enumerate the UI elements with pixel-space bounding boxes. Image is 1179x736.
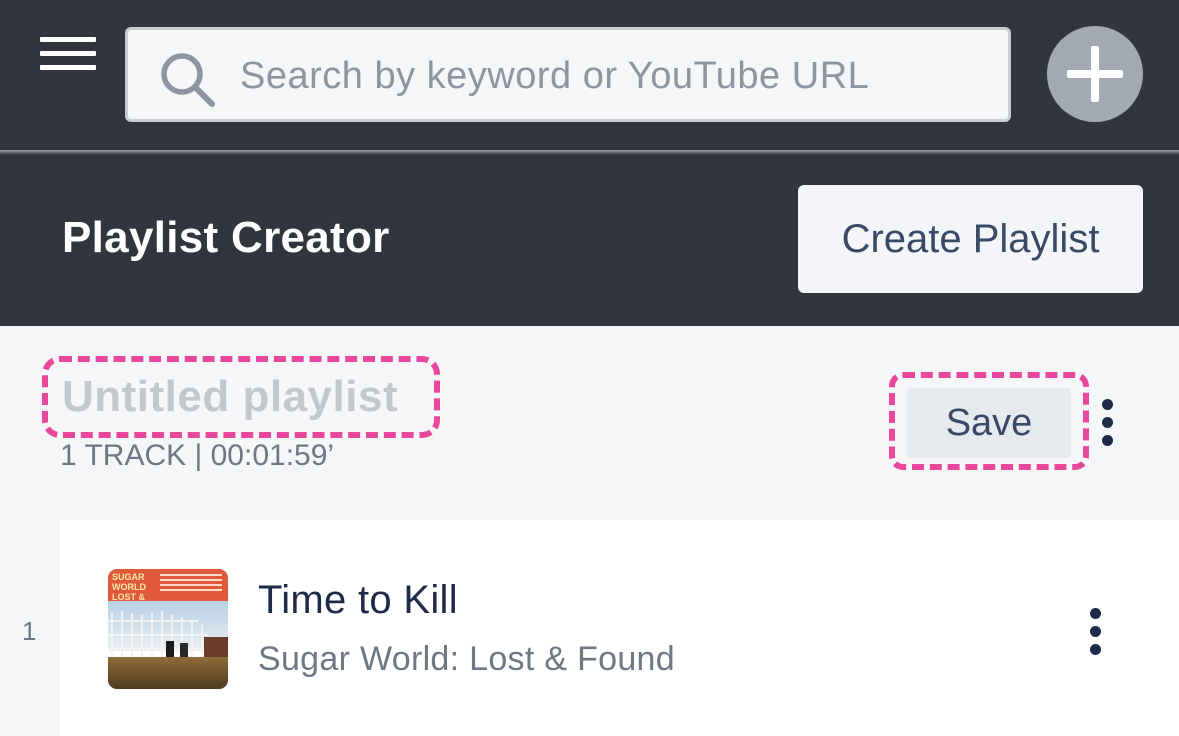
track-number: 1 (22, 616, 37, 646)
menu-line (40, 37, 96, 42)
more-vertical-icon[interactable] (1085, 605, 1105, 661)
more-vertical-icon[interactable] (1097, 396, 1117, 452)
search-icon (161, 53, 215, 107)
playlist-meta: 1 TRACK | 00:01:59’ (60, 439, 335, 472)
playlist-name-field[interactable]: Untitled playlist (62, 372, 398, 422)
dot (1102, 435, 1113, 446)
dot (1090, 608, 1101, 619)
cover-structure (108, 611, 228, 659)
track-title: Time to Kill (258, 578, 458, 622)
hamburger-menu-icon[interactable] (40, 36, 98, 74)
search-input[interactable] (240, 48, 980, 104)
menu-line (40, 51, 96, 56)
search-bar[interactable] (125, 27, 1011, 122)
track-artist: Sugar World: Lost & Found (258, 640, 675, 678)
page-header: Playlist Creator Create Playlist (0, 155, 1179, 326)
cover-lines (160, 574, 222, 596)
page-title: Playlist Creator (62, 213, 390, 262)
playlist-info-bar: Untitled playlist 1 TRACK | 00:01:59’ Sa… (0, 326, 1179, 520)
add-button[interactable] (1047, 26, 1143, 122)
track-list: SUGAR WORLD LOST & FOUND (0, 520, 1179, 736)
cover-ground (108, 657, 228, 689)
dot (1090, 626, 1101, 637)
album-cover: SUGAR WORLD LOST & FOUND (108, 569, 228, 689)
cover-band: SUGAR WORLD LOST & FOUND (108, 569, 228, 612)
dot (1102, 417, 1113, 428)
create-playlist-button[interactable]: Create Playlist (798, 185, 1143, 293)
track-row[interactable]: SUGAR WORLD LOST & FOUND (60, 520, 1179, 736)
dot (1090, 644, 1101, 655)
dot (1102, 399, 1113, 410)
save-button[interactable]: Save (907, 388, 1071, 458)
menu-line (40, 65, 96, 70)
plus-icon-vertical (1091, 46, 1099, 102)
top-bar (0, 0, 1179, 152)
